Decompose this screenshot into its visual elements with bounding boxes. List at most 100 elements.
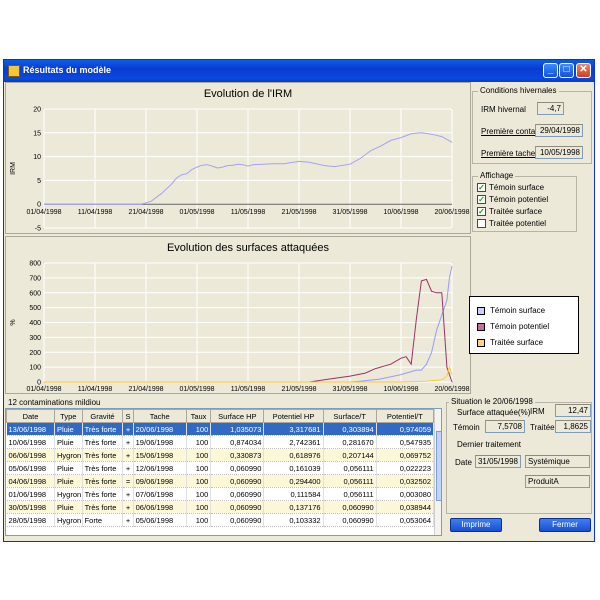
table-cell: Pluie [54,500,83,514]
table-row[interactable]: 05/06/1998 Pluie Très forte +12/06/1998 100 0… [6,461,435,475]
y-axis-label: IRM [10,162,17,175]
y-tick-label: 200 [29,350,41,357]
table-row[interactable]: 30/05/1998 Pluie Très forte +06/06/1998 100 0… [6,500,435,514]
table-caption: 12 contaminations mildiou [8,398,101,407]
irm-chart: Evolution de l'IRM 01/04/1998 11/04/1998 21… [5,82,471,234]
irm-value: 12,47 [555,404,591,417]
table-row[interactable]: 06/06/1998 Hygron Très forte +15/06/1998 100… [6,448,435,462]
table-cell: 12/06/1998 [133,461,187,475]
column-header[interactable]: Date [6,409,55,423]
checkbox-label: Traitée potentiel [489,219,547,228]
checkbox-traitee-surface[interactable]: ✓ [477,207,486,216]
legend-swatch-temoin-surface [477,307,485,315]
dernier-date-value: 31/05/1998 [475,455,521,468]
conditions-title: Conditions hivernales [478,86,559,95]
close-button[interactable]: ✕ [576,63,591,78]
table-cell: 3,317681 [263,422,324,436]
legend-label: Témoin potentiel [490,322,550,331]
table-cell: 0,111584 [263,487,324,501]
y-tick-label: 100 [29,365,41,372]
table-cell: Forte [82,513,124,527]
table-row[interactable]: 28/05/1998 Hygron Forte +05/06/1998 100 0,060… [6,513,435,527]
temoin-value: 7,5708 [485,420,525,433]
table-cell: 0,003080 [376,487,435,501]
imprime-button[interactable]: Imprime [450,518,502,532]
checkbox-traitee-potentiel[interactable] [477,219,486,228]
column-header[interactable]: Taux [185,409,212,423]
x-tick-label: 21/05/1998 [281,386,316,393]
column-header[interactable]: S [122,409,134,423]
column-header[interactable]: Tache [132,409,187,423]
y-tick-label: 15 [33,130,41,137]
column-header[interactable]: Potentiel/T [375,409,435,423]
table-cell: Très forte [82,474,124,488]
x-tick-label: 21/04/1998 [128,209,163,216]
temoin-label: Témoin [453,423,480,432]
table-cell: Pluie [54,422,83,436]
table-cell: 0,056111 [323,474,377,488]
table-cell: 0,060990 [323,513,377,527]
x-tick-label: 21/05/1998 [281,209,316,216]
scrollbar-thumb[interactable] [436,431,441,501]
column-header[interactable]: Gravité [81,409,124,423]
x-tick-label: 01/04/1998 [26,386,61,393]
table-cell: 100 [186,500,212,514]
table-cell: + [122,422,134,436]
table-cell: 0,060990 [210,500,265,514]
x-tick-label: 10/06/1998 [383,209,418,216]
y-tick-label: 0 [37,380,41,387]
table-cell: Pluie [54,461,83,475]
table-cell: 100 [186,435,212,449]
table-header-row: Date Type Gravité S Tache Taux Surface H… [6,409,435,423]
column-header[interactable]: Potentiel HP [263,409,324,423]
premiere-tache-label: Première tache [481,149,536,158]
table-cell: 0,060990 [210,461,265,475]
table-cell: 0,618976 [263,448,324,462]
table-cell: + [122,500,134,514]
x-tick-label: 31/05/1998 [332,386,367,393]
table-cell: 0,137176 [263,500,324,514]
table-row[interactable]: 13/06/1998 Pluie Très forte +20/06/1998 100 1… [6,422,435,436]
x-tick-label: 01/05/1998 [179,209,214,216]
table-cell: 0,161039 [263,461,324,475]
table-cell: Très forte [82,461,124,475]
minimize-button[interactable]: _ [543,63,558,78]
app-icon [8,65,20,77]
column-header[interactable]: Surface/T [322,409,377,423]
table-cell: 0,056111 [323,461,377,475]
table-row[interactable]: 01/06/1998 Hygron Très forte +07/06/1998 100… [6,487,435,501]
irm-hivernal-value: -4,7 [537,102,564,115]
fermer-button[interactable]: Fermer [539,518,591,532]
table-row[interactable]: 10/06/1998 Pluie Très forte +19/06/1998 100 0… [6,435,435,449]
situation-title: Situation le 20/06/1998 [449,397,535,406]
chart-legend: Témoin surface Témoin potentiel Traitée … [469,296,579,354]
surface-attaquee-label: Surface attaquée(%) [457,408,531,417]
checkbox-label: Témoin surface [489,183,545,192]
table-cell: 0,294400 [263,474,324,488]
table-cell: 09/06/1998 [133,474,187,488]
table-cell: 100 [186,461,212,475]
table-row[interactable]: 04/06/1998 Pluie Très forte = 09/06/1998 100 0… [6,474,435,488]
affichage-group: Affichage ✓ Témoin surface ✓ Témoin pote… [472,171,577,232]
treatment-type-value: Systémique [525,455,590,468]
chart-title: Evolution de l'IRM [204,88,292,100]
dernier-traitement-label: Dernier traitement [457,440,522,449]
table-cell: Très forte [82,448,124,462]
contaminations-table[interactable]: Date Type Gravité S Tache Taux Surface H… [5,408,442,536]
table-scrollbar[interactable] [434,409,441,535]
table-cell: Pluie [54,474,83,488]
y-tick-label: 600 [29,290,41,297]
table-cell: 06/06/1998 [133,500,187,514]
checkbox-temoin-surface[interactable]: ✓ [477,183,486,192]
column-header[interactable]: Type [54,409,83,423]
column-header[interactable]: Surface HP [210,409,265,423]
table-cell: 0,056111 [323,487,377,501]
y-tick-label: 10 [33,154,41,161]
premiere-conta-label: Première conta [481,127,536,136]
maximize-button[interactable]: □ [559,63,574,78]
y-tick-label: 800 [29,261,41,268]
checkbox-temoin-potentiel[interactable]: ✓ [477,195,486,204]
y-tick-label: 20 [33,107,41,114]
title-bar[interactable]: Résultats du modèle _ □ ✕ [4,60,594,82]
table-cell: + [122,487,134,501]
